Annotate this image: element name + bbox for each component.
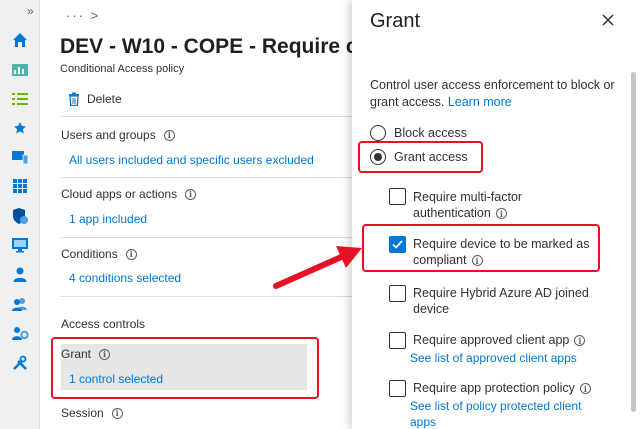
info-icon[interactable]: i <box>185 188 197 200</box>
info-icon[interactable]: i <box>574 335 586 347</box>
compliant-annotation-box <box>362 224 600 272</box>
info-icon[interactable]: i <box>579 383 591 395</box>
section-divider <box>60 237 352 238</box>
close-icon[interactable] <box>600 12 616 28</box>
block-access-radio[interactable] <box>370 125 386 141</box>
access-controls-heading: Access controls <box>61 317 146 331</box>
info-icon[interactable]: i <box>163 129 175 141</box>
favorites-star-icon[interactable] <box>10 118 30 138</box>
apps-grid-icon[interactable] <box>10 176 30 196</box>
endpoint-security-icon[interactable] <box>10 206 30 226</box>
page-subtitle: Conditional Access policy <box>60 63 185 75</box>
left-nav-rail: » <box>0 0 40 429</box>
section-divider <box>60 296 352 297</box>
block-access-label: Block access <box>394 126 467 140</box>
reports-icon[interactable] <box>10 235 30 255</box>
groups-icon[interactable] <box>10 294 30 314</box>
devices-icon[interactable] <box>10 147 30 167</box>
policy-blade: ··· > DEV - W10 - COPE - Require c Condi… <box>40 0 352 429</box>
scroll-thumb[interactable] <box>631 72 636 412</box>
all-services-icon[interactable] <box>10 89 30 109</box>
cloud-apps-link[interactable]: 1 app included <box>69 212 147 226</box>
breadcrumb[interactable]: ··· > <box>66 8 100 23</box>
users-icon[interactable] <box>10 264 30 284</box>
panel-scrollbar[interactable] <box>630 62 638 420</box>
app-protection-checkbox[interactable] <box>389 380 406 397</box>
grant-access-annotation-box <box>358 141 483 173</box>
delete-label: Delete <box>87 92 122 106</box>
grant-panel: Grant Control user access enforcement to… <box>352 0 640 429</box>
trash-icon <box>69 92 79 106</box>
info-icon[interactable]: i <box>125 248 137 260</box>
section-divider <box>60 177 352 178</box>
tenant-admin-icon[interactable] <box>10 323 30 343</box>
approved-apps-link[interactable]: See list of approved client apps <box>410 350 610 366</box>
panel-title: Grant <box>370 10 421 32</box>
info-icon[interactable]: i <box>495 208 507 220</box>
page-title: DEV - W10 - COPE - Require c <box>60 35 352 58</box>
learn-more-link[interactable]: Learn more <box>448 95 512 109</box>
toolbar-divider <box>60 116 352 117</box>
dashboard-icon[interactable] <box>10 60 30 80</box>
conditions-link[interactable]: 4 conditions selected <box>69 271 181 285</box>
expand-nav-icon[interactable]: » <box>27 4 34 18</box>
hybrid-join-label: Require Hybrid Azure AD joined device <box>413 286 589 316</box>
cloud-apps-label: Cloud apps or actions i <box>61 187 197 201</box>
mfa-checkbox[interactable] <box>389 188 406 205</box>
panel-description: Control user access enforcement to block… <box>370 78 615 109</box>
approved-app-checkbox[interactable] <box>389 332 406 349</box>
home-icon[interactable] <box>10 30 30 50</box>
info-icon[interactable]: i <box>111 407 123 419</box>
users-groups-label: Users and groups i <box>61 128 175 142</box>
mfa-label: Require multi-factor authentication i <box>413 190 523 220</box>
users-groups-link[interactable]: All users included and specific users ex… <box>69 153 314 167</box>
protected-apps-link[interactable]: See list of policy protected client apps <box>410 398 610 429</box>
delete-button[interactable]: Delete <box>68 92 122 106</box>
approved-app-label: Require approved client app i <box>413 332 613 348</box>
grant-annotation-box <box>51 337 319 399</box>
conditions-label: Conditions i <box>61 247 137 261</box>
hybrid-join-checkbox[interactable] <box>389 285 406 302</box>
app-protection-label: Require app protection policy i <box>413 380 613 396</box>
troubleshooting-icon[interactable] <box>10 353 30 373</box>
session-label: Session i <box>61 406 123 420</box>
